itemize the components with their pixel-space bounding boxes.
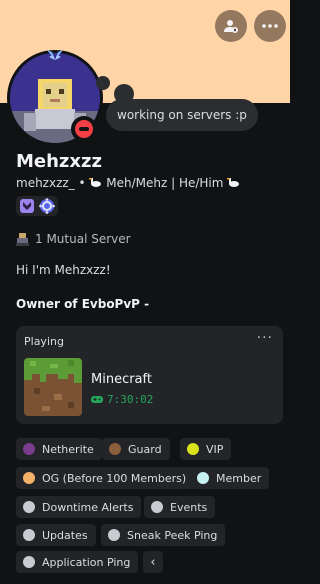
profile-badges <box>16 196 58 216</box>
mutual-servers[interactable]: 1 Mutual Server <box>16 232 131 246</box>
role-pill[interactable]: Downtime Alerts <box>16 496 142 518</box>
role-label: Guard <box>128 442 162 456</box>
role-label: Netherite <box>42 442 94 456</box>
ellipsis-icon <box>262 24 278 28</box>
minecraft-icon <box>24 358 82 416</box>
role-pill[interactable]: Guard <box>102 438 170 460</box>
friend-request-button[interactable] <box>215 10 247 42</box>
bio-line: Hi I'm Mehzxzz! <box>16 263 111 277</box>
dnd-icon <box>75 120 93 138</box>
role-pill[interactable]: Member <box>190 467 270 489</box>
role-color-dot <box>23 556 35 568</box>
role-pill[interactable]: Sneak Peek Ping <box>101 524 226 546</box>
role-color-dot <box>151 501 163 513</box>
activity-card: Playing ··· Minecraft 7:30:02 <box>16 326 283 424</box>
goose-icon <box>89 178 102 187</box>
custom-status: working on servers :p <box>106 99 258 131</box>
role-color-dot <box>23 472 35 484</box>
role-color-dot <box>187 443 199 455</box>
role-label: Downtime Alerts <box>42 500 134 514</box>
role-color-dot <box>23 501 35 513</box>
custom-status-text: working on servers :p <box>117 108 247 122</box>
hypesquad-badge-icon[interactable] <box>19 198 35 214</box>
role-pill[interactable]: OG (Before 100 Members) <box>16 467 195 489</box>
butterfly-decoration-icon <box>47 50 63 60</box>
display-name: Mehzxzz <box>16 151 102 172</box>
role-color-dot <box>23 529 35 541</box>
role-color-dot <box>23 443 35 455</box>
role-pill[interactable]: Netherite <box>16 438 102 460</box>
role-label: Updates <box>42 528 88 542</box>
role-pill[interactable]: VIP <box>180 438 232 460</box>
role-label: Member <box>216 471 262 485</box>
mutual-servers-label: 1 Mutual Server <box>35 232 131 246</box>
bio-owner-line: Owner of EvboPvP - <box>16 297 150 311</box>
role-label: OG (Before 100 Members) <box>42 471 187 485</box>
gamepad-icon <box>91 396 103 403</box>
role-color-dot <box>109 443 121 455</box>
role-color-dot <box>108 529 120 541</box>
role-pill[interactable]: Application Ping <box>16 551 139 573</box>
username[interactable]: mehzxzz_ <box>16 176 75 190</box>
server-icon <box>16 232 29 246</box>
activity-more-button[interactable]: ··· <box>257 330 273 346</box>
more-options-button[interactable] <box>254 10 286 42</box>
elapsed-time-text: 7:30:02 <box>107 393 154 406</box>
role-label: Application Ping <box>42 555 131 569</box>
role-pill[interactable]: Updates <box>16 524 96 546</box>
elapsed-time: 7:30:02 <box>91 393 153 406</box>
game-name: Minecraft <box>91 372 152 387</box>
pronouns: Meh/Mehz | He/Him <box>106 176 224 190</box>
role-pill[interactable]: Events <box>144 496 216 518</box>
add-friend-icon <box>224 20 238 33</box>
activity-heading: Playing <box>24 335 64 348</box>
goose-icon <box>227 178 240 187</box>
role-label: Events <box>170 500 208 514</box>
active-developer-badge-icon[interactable] <box>39 198 55 214</box>
roles-collapse-button[interactable]: ‹ <box>143 551 163 573</box>
do-not-disturb-status <box>71 116 97 142</box>
username-line: mehzxzz_ • Meh/Mehz | He/Him <box>16 176 240 190</box>
status-bubble-tail-small <box>96 76 110 90</box>
role-label: VIP <box>206 442 224 456</box>
role-label: Sneak Peek Ping <box>127 528 218 542</box>
role-color-dot <box>197 472 209 484</box>
separator-dot: • <box>78 176 90 190</box>
